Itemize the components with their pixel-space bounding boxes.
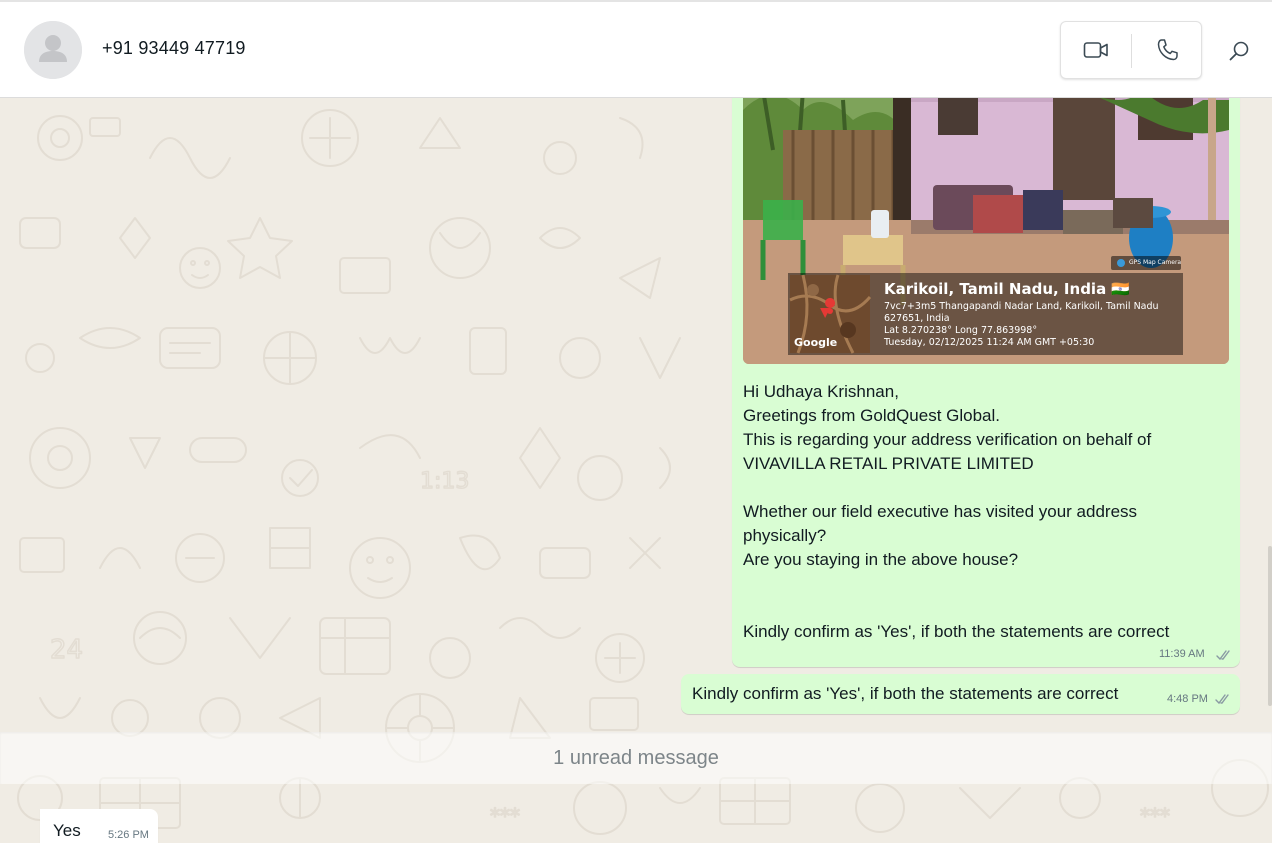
- photo-coordinates: Lat 8.270238° Long 77.863998°: [884, 325, 1038, 336]
- outgoing-message-bubble[interactable]: Kindly confirm as 'Yes', if both the sta…: [681, 674, 1240, 714]
- call-button-group: [1060, 21, 1202, 79]
- photo-address-line-2: 627651, India: [884, 313, 950, 324]
- double-check-icon: [1215, 694, 1229, 705]
- message-line: physically?: [743, 526, 827, 545]
- double-check-icon: [1216, 650, 1230, 661]
- message-line: VIVAVILLA RETAIL PRIVATE LIMITED: [743, 454, 1034, 473]
- chat-window: +91 93449 47719 1:13 24 *** *** Karikoil…: [0, 0, 1272, 843]
- location-photo[interactable]: Karikoil, Tamil Nadu, India 🇮🇳 7vc7+3m5 …: [743, 90, 1229, 364]
- svg-text:***: ***: [490, 804, 520, 828]
- message-line: Hi Udhaya Krishnan,: [743, 382, 899, 401]
- search-button[interactable]: [1222, 34, 1256, 68]
- unread-count-label: 1 unread message: [553, 747, 719, 769]
- message-time: 11:39 AM: [1159, 648, 1205, 660]
- svg-text:1:13: 1:13: [420, 469, 469, 494]
- chat-scrollbar[interactable]: [1268, 546, 1272, 706]
- gps-camera-badge: GPS Map Camera: [1129, 259, 1182, 266]
- incoming-message-bubble[interactable]: Yes 5:26 PM: [40, 809, 158, 843]
- message-text: Kindly confirm as 'Yes', if both the sta…: [692, 684, 1119, 703]
- message-text: Yes: [53, 821, 81, 840]
- video-camera-icon: [1083, 42, 1108, 58]
- outgoing-message-bubble[interactable]: Karikoil, Tamil Nadu, India 🇮🇳 7vc7+3m5 …: [732, 90, 1240, 667]
- message-time: 5:26 PM: [108, 829, 149, 841]
- message-line: Greetings from GoldQuest Global.: [743, 406, 1001, 425]
- search-icon: [1229, 41, 1249, 61]
- default-person-icon: [24, 21, 82, 79]
- svg-text:***: ***: [1140, 804, 1170, 828]
- message-line: This is regarding your address verificat…: [743, 430, 1152, 449]
- message-time: 4:48 PM: [1167, 693, 1208, 705]
- chat-header: +91 93449 47719: [0, 0, 1272, 98]
- contact-avatar[interactable]: [24, 21, 82, 79]
- message-line: Kindly confirm as 'Yes', if both the sta…: [743, 622, 1170, 641]
- contact-name[interactable]: +91 93449 47719: [102, 38, 246, 59]
- svg-text:24: 24: [50, 635, 83, 665]
- google-map-label: Google: [794, 336, 838, 349]
- message-line: Whether our field executive has visited …: [743, 502, 1138, 521]
- message-line: Are you staying in the above house?: [743, 550, 1019, 569]
- voice-call-button[interactable]: [1132, 22, 1202, 78]
- house-photo-image: [743, 90, 1229, 364]
- video-call-button[interactable]: [1061, 22, 1131, 78]
- phone-icon: [1157, 39, 1178, 61]
- photo-timestamp: Tuesday, 02/12/2025 11:24 AM GMT +05:30: [884, 337, 1095, 348]
- unread-messages-divider: 1 unread message: [0, 732, 1272, 784]
- photo-location-title: Karikoil, Tamil Nadu, India 🇮🇳: [884, 280, 1131, 298]
- photo-address-line-1: 7vc7+3m5 Thangapandi Nadar Land, Karikoi…: [884, 301, 1159, 312]
